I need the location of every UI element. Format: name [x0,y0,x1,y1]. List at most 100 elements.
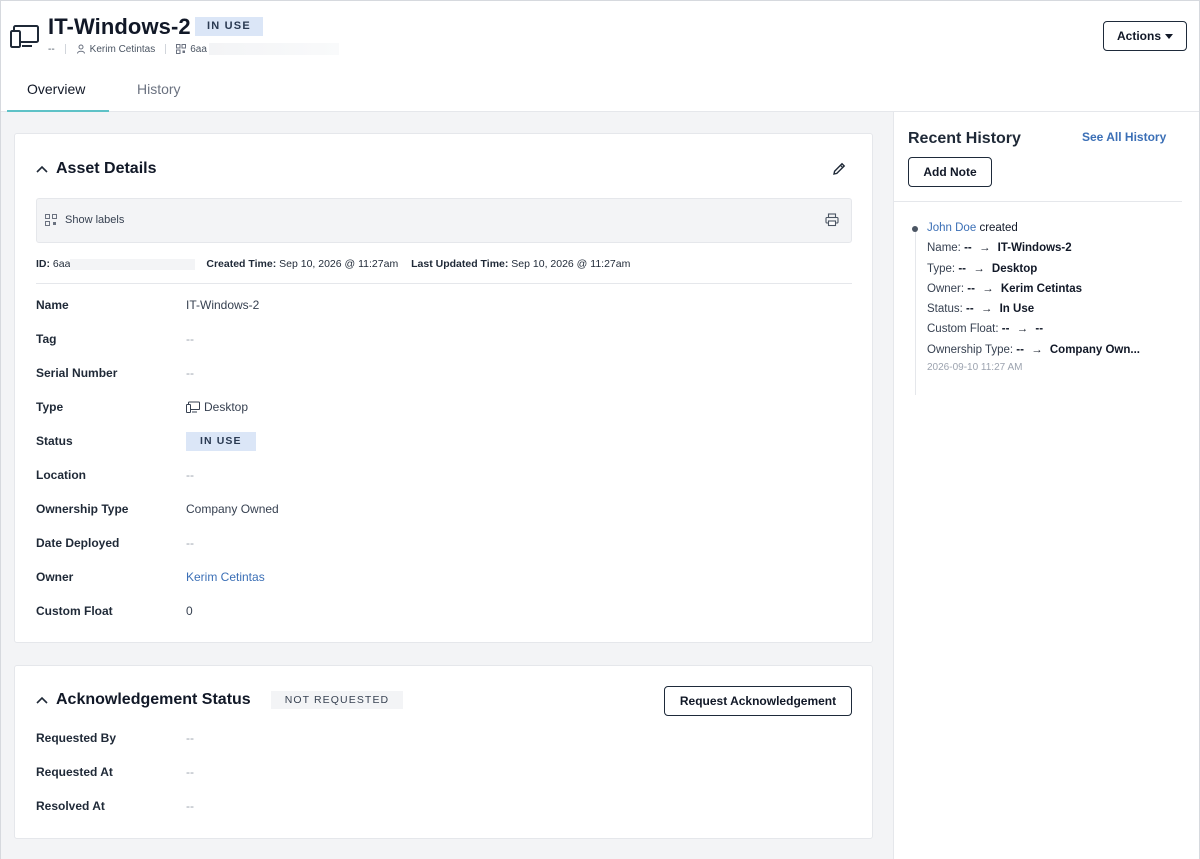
history-change: Name: -- → IT-Windows-2 [927,242,1140,262]
history-change: Status: -- → In Use [927,303,1140,323]
qr-code-icon [45,214,57,226]
actions-button[interactable]: Actions [1103,21,1187,51]
status-badge: IN USE [186,431,256,451]
field-date-deployed: Date Deployed -- [36,533,194,553]
printer-icon[interactable] [825,213,839,227]
arrow-right-icon: → [1016,323,1029,336]
history-verb: created [979,222,1018,234]
change-key: Ownership Type: [927,343,1014,356]
asset-meta: ID: 6aa Created Time: Sep 10, 2026 @ 11:… [36,258,630,270]
created-value: Sep 10, 2026 @ 11:27am [279,258,399,270]
change-old: -- [966,303,974,316]
field-status: Status IN USE [36,431,256,451]
asset-id-short: 6aa [190,43,207,55]
change-new: -- [1035,323,1044,336]
change-key: Owner: [927,282,965,295]
field-label: Ownership Type [36,502,129,516]
field-value: -- [186,332,194,346]
field-value: IN USE [186,431,256,451]
field-requested-by: Requested By -- [36,728,194,748]
field-name: Name IT-Windows-2 [36,295,259,315]
arrow-right-icon: → [980,303,993,316]
field-label: Owner [36,570,74,584]
change-old: -- [958,262,967,275]
tab-overview[interactable]: Overview [7,71,109,112]
field-value: -- [186,468,194,482]
caret-down-icon [1165,33,1173,39]
field-serial-number: Serial Number -- [36,363,194,383]
history-entry: John Doe created Name: -- → IT-Windows-2… [927,222,1140,373]
ack-status-badge: NOT REQUESTED [270,691,404,709]
field-owner: Owner Kerim Cetintas [36,567,265,587]
user-icon [76,44,85,54]
field-label: Requested At [36,765,113,779]
asset-details-card: Asset Details Show labels ID: 6aa Create… [14,133,873,643]
arrow-right-icon: → [982,282,994,295]
updated-value: Sep 10, 2026 @ 11:27am [511,258,631,270]
change-new: Company Own... [1049,343,1140,356]
field-ownership-type: Ownership Type Company Owned [36,499,279,519]
field-label: Name [36,298,69,312]
divider [894,201,1182,202]
timeline-dot [912,226,918,232]
change-key: Type: [927,262,956,275]
field-value: 0 [186,604,193,618]
arrow-right-icon: → [978,242,991,255]
divider [64,44,66,54]
change-new: IT-Windows-2 [997,242,1072,255]
pencil-icon[interactable] [831,161,847,177]
divider [36,283,852,284]
chevron-up-icon[interactable] [36,696,48,704]
section-title: Asset Details [56,160,157,177]
field-value: IT-Windows-2 [186,298,260,312]
field-value: -- [186,765,194,779]
add-note-button[interactable]: Add Note [908,157,992,187]
history-change: Type: -- → Desktop [927,263,1140,283]
show-labels-bar[interactable]: Show labels [36,198,852,243]
change-new: Desktop [991,262,1038,275]
change-old: -- [964,242,972,255]
change-old: -- [1001,323,1010,336]
redacted-id [208,43,339,55]
type-value: Desktop [204,400,249,414]
field-label: Type [36,400,64,414]
change-key: Custom Float: [927,323,999,336]
history-change: Custom Float: -- → -- [927,323,1140,343]
tab-bar: Overview History [7,71,201,112]
history-actor-link[interactable]: John Doe [927,222,976,234]
id-label: ID: [36,258,50,270]
asset-details-header[interactable]: Asset Details [36,160,157,178]
chevron-up-icon[interactable] [36,165,48,173]
field-tag: Tag -- [36,329,194,349]
tab-history[interactable]: History [117,71,201,112]
show-labels-text[interactable]: Show labels [65,214,124,226]
field-value: -- [186,366,194,380]
page-header: IT-Windows-2 IN USE -- Kerim Cetintas 6a… [1,1,1199,112]
asset-page: IT-Windows-2 IN USE -- Kerim Cetintas 6a… [0,0,1200,859]
field-label: Date Deployed [36,536,120,550]
acknowledgement-header[interactable]: Acknowledgement Status NOT REQUESTED [36,691,404,709]
field-value: Desktop [186,400,248,414]
owner-link[interactable]: Kerim Cetintas [186,570,265,584]
main-content: Asset Details Show labels ID: 6aa Create… [1,112,893,859]
field-label: Requested By [36,731,117,745]
arrow-right-icon: → [973,262,985,275]
timeline-line [915,231,916,395]
owner-name[interactable]: Kerim Cetintas [90,44,156,55]
divider [165,44,167,54]
history-entry-head: John Doe created [927,222,1140,242]
field-label: Resolved At [36,799,105,813]
updated-label: Last Updated Time: [411,258,509,270]
field-requested-at: Requested At -- [36,762,194,782]
field-label: Tag [36,332,57,346]
field-resolved-at: Resolved At -- [36,796,194,816]
field-location: Location -- [36,465,194,485]
recent-history-title: Recent History [908,130,1021,147]
field-label: Location [36,468,86,482]
request-acknowledgement-button[interactable]: Request Acknowledgement [664,686,852,716]
history-timestamp: 2026-09-10 11:27 AM [927,362,1023,374]
qr-code-icon [176,44,187,54]
see-all-history-link[interactable]: See All History [1082,130,1166,144]
actions-label: Actions [1116,29,1161,43]
asset-subline: -- Kerim Cetintas 6aa [48,43,339,55]
